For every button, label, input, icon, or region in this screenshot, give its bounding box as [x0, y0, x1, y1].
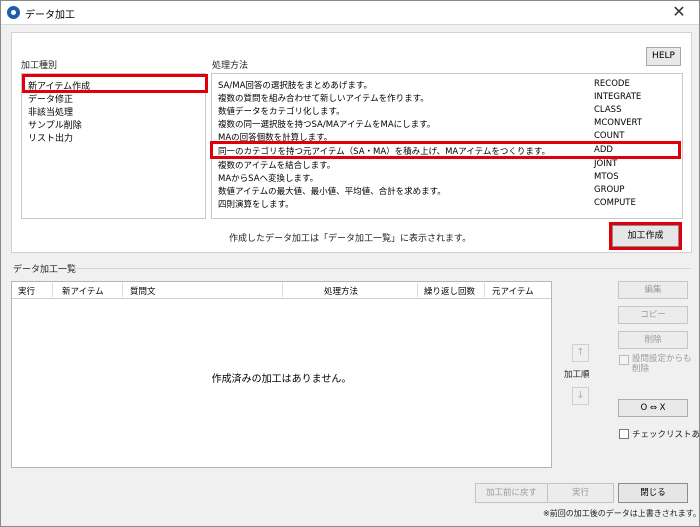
order-label: 加工順 [564, 370, 590, 380]
overwrite-note: ※前回の加工後のデータは上書きされます。 [543, 509, 700, 518]
method-row[interactable]: SA/MA回答の選択肢をまとめあげます。 RECODE [212, 79, 678, 92]
kind-item-data-fix[interactable]: データ修正 [28, 92, 73, 105]
method-row[interactable]: 複数の質問を組み合わせて新しいアイテムを作ります。 INTEGRATE [212, 92, 678, 105]
method-code: INTEGRATE [594, 92, 642, 102]
method-row[interactable]: 複数の同一選択肢を持つSA/MAアイテムをMAにします。 MCONVERT [212, 118, 678, 131]
method-code: COMPUTE [594, 198, 636, 208]
oe-toggle-button[interactable]: O ⇔ X [618, 399, 688, 417]
column-divider [282, 283, 283, 297]
method-highlight-box [210, 141, 681, 159]
method-description: 数値データをカテゴリ化します。 [218, 107, 345, 117]
table-header: 実行 新アイテム 質問文 処理方法 繰り返し回数 元アイテム [12, 282, 551, 299]
copy-button[interactable]: コピー [618, 306, 688, 324]
app-logo-icon [7, 6, 20, 19]
method-row[interactable]: 数値アイテムの最大値、最小値、平均値、合計を求めます。 GROUP [212, 185, 678, 198]
method-code: CLASS [594, 105, 622, 115]
section-divider [71, 268, 691, 269]
revert-button[interactable]: 加工前に戻す [475, 483, 548, 503]
data-processing-window: データ加工 ✕ 加工種別 処理方法 HELP 新アイテム作成 データ修正 非該当… [0, 0, 700, 527]
method-code: COUNT [594, 131, 625, 141]
column-divider [484, 283, 485, 297]
column-header-method[interactable]: 処理方法 [324, 285, 358, 297]
method-description: MAからSAへ変換します。 [218, 174, 319, 184]
close-icon[interactable]: ✕ [669, 3, 689, 21]
method-code: MTOS [594, 172, 619, 182]
kind-item-sample-delete[interactable]: サンプル削除 [28, 118, 82, 131]
help-button[interactable]: HELP [646, 47, 681, 66]
kind-list[interactable]: 新アイテム作成 データ修正 非該当処理 サンプル削除 リスト出力 [21, 73, 206, 219]
column-divider [52, 283, 53, 297]
delete-from-setting-label: 設問設定からも削除 [632, 354, 692, 374]
empty-list-message: 作成済みの加工はありません。 [211, 374, 352, 385]
kind-label: 加工種別 [21, 61, 58, 71]
column-divider [417, 283, 418, 297]
method-code: JOINT [594, 159, 618, 169]
run-button[interactable]: 実行 [547, 483, 614, 503]
title-bar: データ加工 ✕ [1, 1, 699, 25]
method-description: 数値アイテムの最大値、最小値、平均値、合計を求めます。 [218, 187, 446, 197]
method-code: RECODE [594, 79, 630, 89]
column-header-repeat-count[interactable]: 繰り返し回数 [424, 285, 475, 297]
column-divider [122, 283, 123, 297]
checklist-checkbox[interactable] [619, 429, 629, 439]
checklist-label: チェックリストあり [632, 430, 700, 440]
method-row[interactable]: 複数のアイテムを結合します。 JOINT [212, 159, 678, 172]
method-description: 複数の質問を組み合わせて新しいアイテムを作ります。 [218, 94, 429, 104]
kind-item-not-applicable[interactable]: 非該当処理 [28, 105, 73, 118]
column-header-question[interactable]: 質問文 [130, 285, 156, 297]
method-code: GROUP [594, 185, 625, 195]
method-description: 複数のアイテムを結合します。 [218, 161, 336, 171]
method-row[interactable]: 数値データをカテゴリ化します。 CLASS [212, 105, 678, 118]
processing-list-table[interactable]: 実行 新アイテム 質問文 処理方法 繰り返し回数 元アイテム 作成済みの加工はあ… [11, 281, 552, 468]
info-text: 作成したデータ加工は「データ加工一覧」に表示されます。 [229, 234, 472, 244]
column-header-source-item[interactable]: 元アイテム [492, 285, 534, 297]
method-row[interactable]: 四則演算をします。 COMPUTE [212, 198, 678, 211]
move-up-button[interactable]: ↑ [572, 344, 589, 362]
create-highlight-box [609, 222, 682, 250]
list-section-title: データ加工一覧 [13, 265, 77, 275]
method-description: 複数の同一選択肢を持つSA/MAアイテムをMAにします。 [218, 120, 436, 130]
kind-item-list-output[interactable]: リスト出力 [28, 131, 73, 144]
close-button[interactable]: 閉じる [618, 483, 688, 503]
method-row[interactable]: MAからSAへ変換します。 MTOS [212, 172, 678, 185]
move-down-button[interactable]: ↓ [572, 387, 589, 405]
edit-button[interactable]: 編集 [618, 281, 688, 299]
delete-from-setting-checkbox[interactable] [619, 355, 629, 365]
method-label: 処理方法 [212, 61, 249, 71]
method-description: SA/MA回答の選択肢をまとめあげます。 [218, 81, 373, 91]
column-header-new-item[interactable]: 新アイテム [62, 285, 104, 297]
kind-highlight-box [22, 74, 208, 93]
delete-button[interactable]: 削除 [618, 331, 688, 349]
method-code: MCONVERT [594, 118, 642, 128]
method-description: 四則演算をします。 [218, 200, 294, 210]
column-header-run[interactable]: 実行 [18, 285, 35, 297]
window-title: データ加工 [25, 10, 75, 21]
